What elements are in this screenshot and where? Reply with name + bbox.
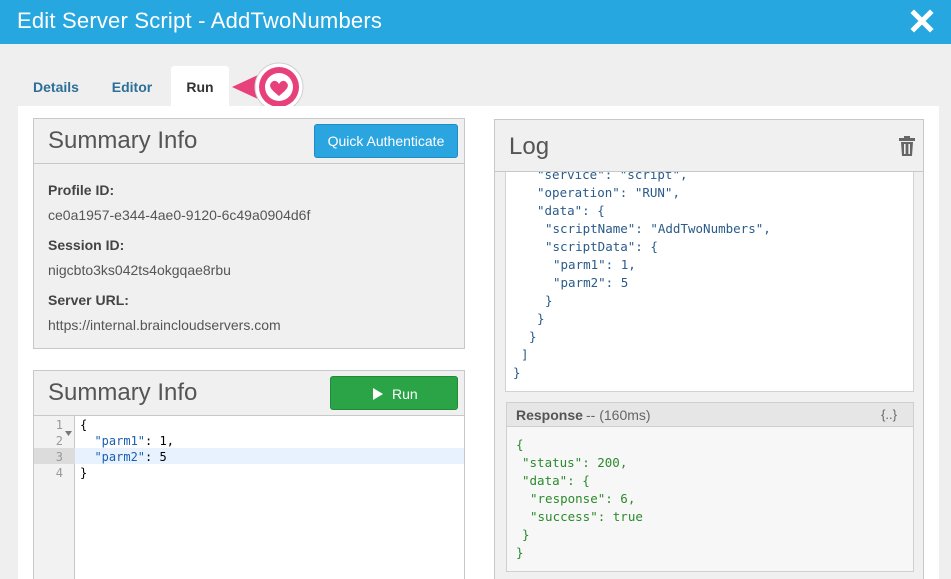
server-url-value: https://internal.braincloudservers.com bbox=[48, 317, 281, 333]
log-line: "data": { bbox=[537, 203, 605, 218]
summary-info-header: Summary Info Quick Authenticate bbox=[34, 119, 464, 164]
run-panel-header: Summary Info Run bbox=[34, 371, 464, 416]
title-bar: Edit Server Script - AddTwoNumbers bbox=[0, 0, 951, 44]
code-line: { bbox=[80, 418, 88, 432]
quick-authenticate-button[interactable]: Quick Authenticate bbox=[314, 124, 458, 158]
tab-editor[interactable]: Editor bbox=[94, 66, 170, 106]
log-output[interactable]: "service": "script", "operation": "RUN",… bbox=[505, 172, 914, 392]
tab-details[interactable]: Details bbox=[18, 66, 94, 106]
tab-run[interactable]: Run bbox=[171, 66, 229, 106]
fold-arrow-icon[interactable] bbox=[65, 423, 72, 441]
response-box: Response -- (160ms) {..} { "status": 200… bbox=[506, 402, 914, 572]
run-button[interactable]: Run bbox=[330, 376, 458, 410]
log-title: Log bbox=[509, 133, 550, 160]
profile-id-value: ce0a1957-e344-4ae0-9120-6c49a0904d6f bbox=[48, 207, 311, 223]
code-line: } bbox=[80, 466, 88, 480]
trash-icon[interactable] bbox=[898, 136, 916, 161]
log-line: } bbox=[529, 329, 537, 344]
log-line: ] bbox=[521, 347, 529, 362]
profile-id-label: Profile ID: bbox=[48, 182, 115, 198]
log-line: } bbox=[545, 293, 553, 308]
run-panel: Summary Info Run 1 2 3 4 { "parm1": 1, "… bbox=[33, 370, 465, 579]
response-line: } bbox=[516, 545, 524, 560]
code-editor[interactable]: 1 2 3 4 { "parm1": 1, "parm2": 5 } bbox=[34, 416, 464, 579]
response-line: } bbox=[522, 527, 530, 542]
window-title: Edit Server Script - AddTwoNumbers bbox=[17, 8, 383, 33]
play-icon bbox=[373, 388, 383, 400]
code-line: "parm1": 1, bbox=[94, 434, 174, 448]
log-line: } bbox=[537, 311, 545, 326]
response-header: Response -- (160ms) {..} bbox=[507, 403, 913, 427]
response-line: { bbox=[516, 437, 524, 452]
response-line: "status": 200, bbox=[522, 455, 628, 470]
session-id-label: Session ID: bbox=[48, 237, 125, 253]
session-id-value: nigcbto3ks042ts4okgqae8rbu bbox=[48, 262, 231, 278]
collapse-toggle[interactable]: {..} bbox=[881, 407, 897, 422]
log-line: "scriptData": { bbox=[545, 239, 658, 254]
server-url-label: Server URL: bbox=[48, 292, 129, 308]
line-gutter: 1 2 3 4 bbox=[34, 416, 75, 579]
response-label: Response bbox=[516, 407, 583, 423]
close-icon[interactable] bbox=[907, 6, 937, 36]
log-line: "parm1": 1, bbox=[553, 257, 636, 272]
summary-info-title: Summary Info bbox=[48, 127, 198, 154]
log-line: "service": "script", bbox=[537, 172, 688, 182]
response-line: "data": { bbox=[522, 473, 590, 488]
log-line: "scriptName": "AddTwoNumbers", bbox=[545, 221, 771, 236]
line-number: 1 bbox=[55, 418, 63, 432]
run-panel-title: Summary Info bbox=[48, 379, 198, 406]
line-number: 3 bbox=[55, 450, 63, 464]
log-header: Log bbox=[495, 120, 923, 172]
response-timing: -- (160ms) bbox=[586, 407, 651, 423]
log-line: } bbox=[513, 365, 521, 380]
code-line: "parm2": 5 bbox=[94, 450, 167, 464]
run-button-label: Run bbox=[392, 386, 418, 402]
summary-info-panel: Summary Info Quick Authenticate Profile … bbox=[33, 118, 465, 349]
line-number: 2 bbox=[55, 434, 63, 448]
log-line: "parm2": 5 bbox=[553, 275, 629, 290]
response-line: "success": true bbox=[530, 509, 643, 524]
line-number: 4 bbox=[55, 466, 63, 480]
heart-callout bbox=[230, 62, 306, 112]
log-line: "operation": "RUN", bbox=[537, 185, 680, 200]
response-line: "response": 6, bbox=[530, 491, 636, 506]
